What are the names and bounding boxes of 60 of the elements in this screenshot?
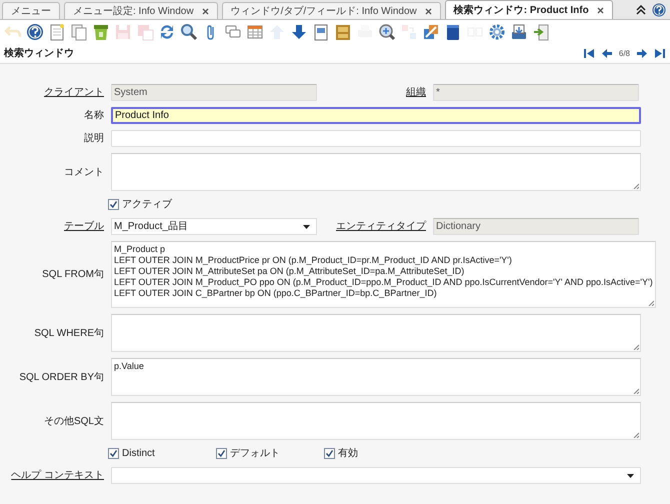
field-label: コメント: [63, 166, 105, 180]
trash-icon[interactable]: [91, 22, 111, 42]
resize-grip-icon[interactable]: [633, 183, 639, 189]
resize-grip-icon[interactable]: [633, 432, 639, 438]
workflow-icon[interactable]: [421, 22, 441, 42]
dropdown[interactable]: M_Product_品目: [111, 218, 317, 235]
tab[interactable]: メニュー設定: Info Window: [64, 2, 218, 19]
previous-record-icon[interactable]: [600, 48, 613, 59]
input-field[interactable]: [111, 130, 641, 147]
field-label-link[interactable]: ヘルプ コンテキスト: [0, 468, 111, 483]
field-label: SQL WHERE句: [33, 326, 105, 340]
import-icon[interactable]: [509, 22, 529, 42]
checkbox-label: アクティブ: [122, 198, 172, 212]
copy-icon[interactable]: [69, 22, 89, 42]
window-title: 検索ウィンドウ: [4, 46, 74, 61]
resize-grip-icon[interactable]: [648, 300, 654, 306]
next-record-icon[interactable]: [636, 48, 648, 59]
checkbox-label: Distinct: [122, 447, 155, 461]
caret-icon: [627, 474, 634, 478]
checkbox[interactable]: [108, 448, 119, 459]
close-icon[interactable]: [424, 8, 432, 14]
help-icon[interactable]: [25, 22, 45, 42]
field-label: SQL ORDER BY句: [18, 370, 105, 384]
help-icon[interactable]: [652, 2, 666, 16]
gear-icon[interactable]: [487, 22, 507, 42]
field-label-link[interactable]: クライアント: [0, 85, 111, 100]
caret-icon: [303, 224, 310, 228]
readonly-field: *: [433, 84, 639, 101]
zoom-icon[interactable]: [377, 22, 397, 42]
resize-grip-icon[interactable]: [633, 388, 639, 394]
checkbox-label: 有効: [338, 446, 358, 461]
field-label-link[interactable]: 組織: [317, 85, 433, 100]
readonly-field: Dictionary: [433, 218, 639, 235]
text-area[interactable]: M_Product p LEFT OUTER JOIN M_ProductPrice pr ON (p.M_Product_ID=pr.M_Product_ID AND pr.IsActive='Y') LEFT OUTER JOIN M_AttributeSet pa ON (p.M_AttributeSet_ID=pa.M_AttributeSet_ID) LEFT OUTER JOIN M_Product_PO ppo ON (p.M_Product_ID=ppo.M_Product_ID AND ppo.IsCurrentVendor='Y' AND ppo.IsActive='Y') LEFT OUTER JOIN C_BPartner bp ON (ppo.C_BPartner_ID=bp.C_BPartner_ID): [111, 241, 656, 308]
field-label: SQL FROM句: [41, 268, 105, 282]
archive-icon[interactable]: [333, 22, 353, 42]
last-record-icon[interactable]: [654, 48, 666, 59]
tab[interactable]: ウィンドウ/タブ/フィールド: Info Window: [222, 2, 441, 19]
close-icon[interactable]: [596, 6, 604, 14]
checkbox-label: デフォルト: [230, 447, 280, 461]
field-label: 説明: [83, 132, 105, 146]
readonly-field: System: [111, 84, 317, 101]
checkbox[interactable]: [108, 199, 119, 210]
exit-icon[interactable]: [531, 22, 551, 42]
checkbox[interactable]: [324, 448, 335, 459]
field-label-link[interactable]: エンティティタイプ: [317, 219, 433, 234]
field-label: その他SQL文: [42, 414, 105, 428]
input-field[interactable]: Product Info: [111, 107, 641, 124]
close-icon[interactable]: [202, 8, 209, 14]
tab[interactable]: 検索ウィンドウ: Product Info: [444, 0, 613, 19]
collapse-icon[interactable]: [636, 4, 646, 14]
tab[interactable]: メニュー: [2, 2, 60, 19]
resize-grip-icon[interactable]: [633, 344, 639, 350]
search-icon[interactable]: [179, 22, 199, 42]
field-label-link[interactable]: テーブル: [0, 219, 111, 234]
record-counter: 6/8: [618, 48, 630, 60]
first-record-icon[interactable]: [582, 48, 595, 59]
checkbox[interactable]: [216, 448, 227, 459]
field-label: 名称: [83, 109, 105, 123]
text-area[interactable]: p.Value: [111, 358, 641, 396]
